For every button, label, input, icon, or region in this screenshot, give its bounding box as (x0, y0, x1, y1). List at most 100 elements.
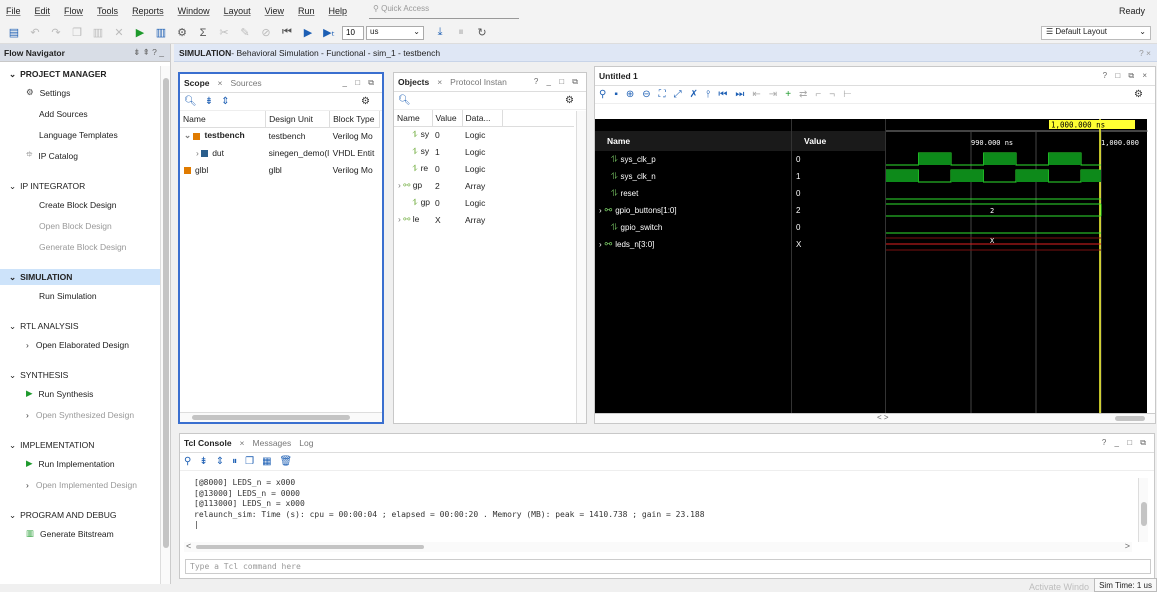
nav-item[interactable]: › Open Implemented Design (0, 474, 160, 495)
pause-icon[interactable]: ⏸ (453, 25, 469, 41)
menu-edit[interactable]: Edit (35, 6, 51, 16)
delete-icon[interactable]: ✕ (111, 25, 127, 41)
window-controls-icon[interactable]: ? _ □ ⧉ (1102, 438, 1149, 448)
menu-reports[interactable]: Reports (132, 6, 164, 16)
table-row[interactable]: ⥮ sy 1 Logic (394, 143, 574, 160)
layout-select[interactable]: ☰ Default Layout ⌄ (1041, 26, 1151, 40)
nav-item[interactable]: › Open Synthesized Design (0, 404, 160, 425)
collapse-all-icon[interactable]: ⇟ (205, 96, 213, 107)
wave-signal-row[interactable]: ⥮ reset (595, 185, 791, 202)
chevron-right-icon[interactable]: › (26, 340, 29, 350)
bracket-icon[interactable]: ⊢ (843, 89, 852, 100)
chevron-right-icon[interactable]: › (599, 206, 602, 215)
search-icon[interactable]: 🔍︎ (398, 95, 411, 106)
save-icon[interactable]: ▪ (614, 89, 618, 100)
search-icon[interactable]: ⚲ (599, 89, 606, 100)
chevron-right-icon[interactable]: › (26, 480, 29, 490)
redo-icon[interactable]: ↷ (48, 25, 64, 41)
wave-signal-row[interactable]: › ⚯ gpio_buttons[1:0] (595, 202, 791, 219)
chevron-right-icon[interactable]: › (26, 410, 29, 420)
pause-icon[interactable]: ⏸ (232, 456, 237, 467)
tab-objects[interactable]: Objects (398, 77, 429, 87)
run-time-input[interactable] (342, 25, 364, 40)
menu-window[interactable]: Window (178, 6, 210, 16)
table-icon[interactable]: ▦ (262, 456, 271, 467)
edit-icon[interactable]: ✎ (237, 25, 253, 41)
scope-hscroll[interactable] (180, 412, 382, 422)
rise-icon[interactable]: ⌐ (815, 89, 821, 100)
swap-icon[interactable]: ⇄ (799, 89, 807, 100)
column-header[interactable]: Value (432, 110, 463, 127)
chevron-down-icon[interactable]: ⌄ (9, 321, 16, 332)
table-row[interactable]: ⥮ gp 0 Logic (394, 194, 574, 211)
run-all-icon[interactable]: ▶ (300, 25, 316, 41)
table-row[interactable]: › ⚯ le X Array (394, 211, 574, 228)
collapse-all-icon[interactable]: ⇟ (199, 456, 207, 467)
window-controls-icon[interactable]: ? □ ⧉ × (1103, 71, 1150, 81)
run-time-unit-select[interactable]: us ⌄ (366, 25, 424, 40)
gear-icon[interactable]: ⚙ (1134, 89, 1143, 100)
nav-item[interactable]: ▥ Generate Bitstream (0, 523, 160, 544)
gear-icon[interactable]: ⚙ (361, 96, 370, 107)
nav-section[interactable]: ⌄ PROGRAM AND DEBUG (0, 507, 160, 523)
nav-item[interactable]: › Open Elaborated Design (0, 334, 160, 355)
scroll-thumb[interactable] (1115, 416, 1145, 421)
copy-icon[interactable]: ❐ (69, 25, 85, 41)
prev-transition-icon[interactable]: ⇤ (752, 89, 760, 100)
expand-icon[interactable]: ⌄ (184, 130, 193, 140)
add-signal-icon[interactable]: + (785, 89, 791, 100)
menu-layout[interactable]: Layout (224, 6, 251, 16)
nav-section[interactable]: ⌄ SIMULATION (0, 269, 160, 285)
wave-signal-row[interactable]: › ⚯ leds_n[3:0] (595, 236, 791, 253)
quick-access-input[interactable]: ⚲ Quick Access (369, 4, 520, 19)
next-transition-icon[interactable]: ⇥ (769, 89, 777, 100)
console-cursor[interactable]: | (180, 520, 1140, 531)
menu-run[interactable]: Run (298, 6, 315, 16)
clear-icon[interactable]: 🗑︎ (280, 456, 293, 467)
column-header[interactable]: Name (394, 110, 433, 127)
column-header[interactable]: Block Type (329, 111, 380, 128)
help-close-icon[interactable]: ? × (1139, 48, 1151, 58)
close-icon[interactable]: × (218, 78, 223, 88)
menu-flow[interactable]: Flow (64, 6, 83, 16)
chevron-down-icon[interactable]: ⌄ (9, 370, 16, 381)
nav-section[interactable]: ⌄ IP INTEGRATOR (0, 178, 160, 194)
column-header[interactable]: Data... (462, 110, 503, 127)
nav-item[interactable]: ⚙ Settings (0, 82, 160, 103)
nav-item[interactable]: Create Block Design (0, 194, 160, 215)
program-icon[interactable]: ▥ (153, 25, 169, 41)
tab-messages[interactable]: Messages (253, 438, 292, 448)
run-icon[interactable]: ▶ (132, 25, 148, 41)
tab-tcl-console[interactable]: Tcl Console (184, 438, 232, 448)
restart-icon[interactable]: ⏮ (279, 25, 295, 41)
console-hscroll[interactable]: < > (184, 541, 1132, 552)
gear-icon[interactable]: ⚙ (565, 95, 574, 106)
table-row[interactable]: › ⚯ gp 2 Array (394, 177, 574, 194)
table-row[interactable]: › dut sinegen_demo(l VHDL Entit (180, 144, 380, 161)
open-project-icon[interactable]: ▤ (6, 25, 22, 41)
nav-item[interactable]: Run Simulation (0, 285, 160, 306)
fall-icon[interactable]: ¬ (829, 89, 835, 100)
search-icon[interactable]: 🔍︎ (184, 96, 197, 107)
chevron-down-icon[interactable]: ⌄ (9, 69, 16, 80)
waveform-graph[interactable]: 1,000.000 ns 990.000 ns 1,000.000 2X (885, 119, 1148, 419)
copy-icon[interactable]: ❐ (245, 456, 254, 467)
nav-section[interactable]: ⌄ RTL ANALYSIS (0, 318, 160, 334)
chevron-right-icon[interactable]: › (599, 240, 602, 249)
chevron-left-icon[interactable]: < (186, 541, 191, 551)
go-start-icon[interactable]: ⏮ (718, 89, 727, 100)
no-icon[interactable]: ⊘ (258, 25, 274, 41)
nav-item[interactable]: Language Templates (0, 124, 160, 145)
zoom-out-icon[interactable]: ⊖ (642, 89, 650, 100)
nav-item[interactable]: ⯐ IP Catalog (0, 145, 160, 166)
tab-protocol-instances[interactable]: Protocol Instan (450, 77, 507, 87)
flow-navigator-scrollbar[interactable] (160, 66, 170, 584)
table-row[interactable]: ⥮ re 0 Logic (394, 160, 574, 177)
tab-log[interactable]: Log (299, 438, 313, 448)
chevron-down-icon[interactable]: ⌄ (9, 510, 16, 521)
cut-icon[interactable]: ✂ (216, 25, 232, 41)
wave-signal-row[interactable]: ⥮ gpio_switch (595, 219, 791, 236)
menu-file[interactable]: File (6, 6, 21, 16)
nav-item[interactable]: ▶ Run Implementation (0, 453, 160, 474)
undo-icon[interactable]: ↶ (27, 25, 43, 41)
